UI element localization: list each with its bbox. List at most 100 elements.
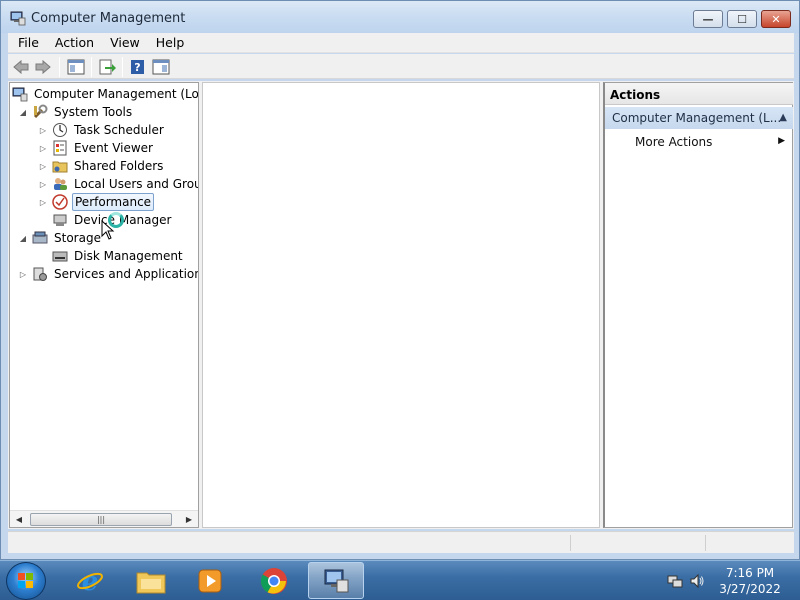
tree-node-root[interactable]: Computer Management (Local (12, 85, 199, 103)
taskbar-file-explorer[interactable] (123, 562, 179, 599)
computer-management-icon (10, 11, 26, 26)
actions-pane: Actions Computer Management (L... ▲ More… (603, 82, 793, 528)
status-bar (8, 531, 794, 553)
action-pane-icon (152, 59, 170, 75)
actions-header: Actions (605, 83, 793, 105)
status-divider (570, 535, 571, 551)
services-icon (33, 267, 47, 281)
status-divider (705, 535, 706, 551)
tree-label-local-users: Local Users and Groups (74, 177, 198, 191)
toolbar: ? (8, 54, 794, 79)
show-hide-action-pane-button[interactable] (151, 57, 171, 77)
console-tree[interactable]: Computer Management (Local ◢ System Tool… (9, 82, 199, 528)
toolbar-separator (59, 57, 60, 77)
scroll-right-icon[interactable]: ▶ (182, 513, 196, 526)
help-button[interactable]: ? (128, 57, 148, 77)
show-hide-console-tree-button[interactable] (66, 57, 86, 77)
close-button[interactable]: ✕ (761, 10, 791, 28)
forward-arrow-icon (35, 59, 51, 75)
tree-label-task-scheduler: Task Scheduler (74, 123, 164, 137)
menu-bar: File Action View Help (8, 33, 794, 53)
expand-arrow-icon[interactable]: ▷ (38, 161, 48, 171)
maximize-button[interactable]: ☐ (727, 10, 757, 28)
system-clock[interactable]: 7:16 PM 3/27/2022 (712, 565, 788, 597)
expand-arrow-icon[interactable]: ▷ (38, 197, 48, 207)
tree-node-storage[interactable]: ◢ Storage (18, 229, 103, 247)
collapse-arrow-icon[interactable]: ◢ (18, 107, 28, 117)
menu-help[interactable]: Help (150, 33, 191, 53)
storage-icon (32, 231, 48, 244)
tree-label-services: Services and Applications (54, 267, 199, 281)
system-tools-icon (33, 104, 48, 119)
horizontal-scrollbar[interactable]: ◀ ||| ▶ (10, 510, 198, 527)
tree-label-storage: Storage (54, 231, 101, 245)
results-pane (202, 82, 600, 528)
start-button[interactable] (6, 562, 46, 600)
tree-node-disk-management[interactable]: Disk Management (52, 247, 185, 265)
tree-node-event-viewer[interactable]: ▷ Event Viewer (38, 139, 155, 157)
tree-label-system-tools: System Tools (54, 105, 133, 119)
tree-node-local-users[interactable]: ▷ Local Users and Groups (38, 175, 198, 193)
computer-management-window: Computer Management — ☐ ✕ File Action Vi… (0, 0, 800, 560)
collapse-arrow-icon[interactable]: ◢ (18, 233, 28, 243)
window-title: Computer Management (31, 11, 186, 26)
expand-arrow-icon[interactable]: ▷ (38, 125, 48, 135)
scroll-left-icon[interactable]: ◀ (12, 513, 26, 526)
minimize-icon: — (702, 12, 714, 26)
computer-management-icon (12, 87, 28, 102)
export-list-button[interactable] (97, 57, 117, 77)
menu-file[interactable]: File (12, 33, 45, 53)
tree-node-performance[interactable]: ▷ Performance (38, 193, 155, 211)
tree-node-system-tools[interactable]: ◢ System Tools (18, 103, 134, 121)
back-arrow-icon (13, 59, 29, 75)
chrome-icon (260, 567, 287, 594)
content-area: Computer Management (Local ◢ System Tool… (8, 81, 794, 529)
busy-spinner-icon (108, 212, 124, 228)
actions-section-label: Computer Management (L... (612, 111, 782, 125)
tree-label-event-viewer: Event Viewer (74, 141, 153, 155)
disk-management-icon (52, 251, 68, 262)
console-tree-icon (67, 59, 85, 75)
shared-folders-icon (52, 161, 68, 173)
media-player-icon (198, 569, 222, 592)
tree-label-root: Computer Management (Local (34, 87, 199, 101)
device-manager-icon (53, 214, 67, 226)
more-actions-link[interactable]: More Actions (635, 135, 712, 149)
tree-label-disk-management: Disk Management (74, 249, 183, 263)
tree-label-performance: Performance (72, 193, 155, 211)
clock-time: 7:16 PM (725, 566, 775, 580)
taskbar: e 7:16 PM 3/27/2022 (0, 560, 800, 600)
actions-section-header[interactable]: Computer Management (L... ▲ (605, 107, 793, 129)
performance-icon (52, 194, 68, 210)
volume-icon[interactable] (689, 573, 705, 589)
tree-node-shared-folders[interactable]: ▷ Shared Folders (38, 157, 165, 175)
clock-date: 3/27/2022 (719, 582, 781, 596)
tree-node-services[interactable]: ▷ Services and Applications (18, 265, 199, 283)
back-button[interactable] (11, 57, 31, 77)
svg-text:e: e (82, 567, 99, 596)
taskbar-media-player[interactable] (182, 562, 238, 599)
minimize-button[interactable]: — (693, 10, 723, 28)
scrollbar-thumb[interactable]: ||| (30, 513, 172, 526)
expand-arrow-icon[interactable]: ▷ (38, 179, 48, 189)
taskbar-computer-management[interactable] (308, 562, 364, 599)
taskbar-chrome[interactable] (246, 562, 302, 599)
toolbar-separator (122, 57, 123, 77)
expand-arrow-icon[interactable]: ▷ (18, 269, 28, 279)
close-icon: ✕ (771, 12, 781, 26)
submenu-arrow-icon: ▶ (778, 136, 785, 146)
expand-arrow-icon[interactable]: ▷ (38, 143, 48, 153)
collapse-up-icon[interactable]: ▲ (779, 112, 787, 123)
forward-button[interactable] (33, 57, 53, 77)
menu-action[interactable]: Action (49, 33, 100, 53)
tree-label-shared-folders: Shared Folders (74, 159, 164, 173)
toolbar-separator (91, 57, 92, 77)
network-icon[interactable] (667, 573, 683, 589)
folder-icon (136, 572, 166, 593)
menu-view[interactable]: View (104, 33, 146, 53)
computer-management-icon (324, 569, 349, 592)
title-bar[interactable]: Computer Management — ☐ ✕ (1, 1, 799, 33)
taskbar-internet-explorer[interactable]: e (62, 562, 118, 599)
export-list-icon (99, 59, 116, 75)
tree-node-task-scheduler[interactable]: ▷ Task Scheduler (38, 121, 166, 139)
